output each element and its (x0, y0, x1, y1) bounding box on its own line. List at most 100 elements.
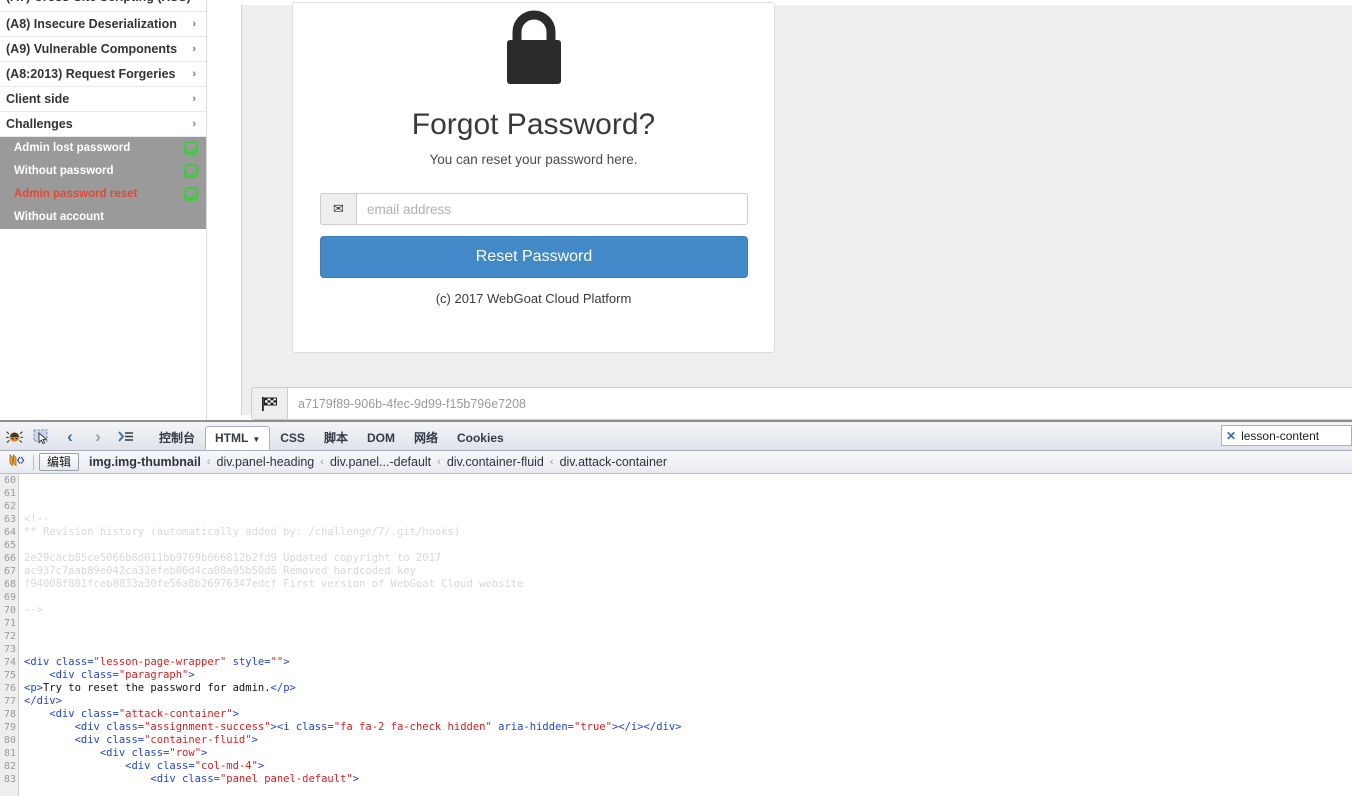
tab-HTML[interactable]: HTML ▼ (205, 426, 271, 450)
chevron-down-icon[interactable]: ▼ (252, 435, 260, 444)
code-line[interactable]: 78 <div class="attack-container"> (0, 708, 1352, 721)
sidebar-item-label: (A9) Vulnerable Components (6, 42, 178, 56)
code-token: <div class= (24, 760, 195, 772)
sidebar-subitem-label: Admin lost password (14, 142, 131, 154)
code-line-content: <div class="container-fluid"> (0, 734, 258, 746)
breadcrumb-item-1[interactable]: div.panel-heading (217, 455, 315, 469)
sidebar-subitem-2[interactable]: Admin password reset (0, 183, 206, 206)
toolbar-divider (33, 454, 34, 470)
code-token: ** Revision history (automatically added… (24, 526, 461, 538)
code-line-content: <div class="col-md-4"> (0, 760, 264, 772)
breadcrumb-separator-icon: ‹ (206, 456, 211, 468)
sidebar-item-1[interactable]: (A8) Insecure Deserialization › (0, 12, 206, 37)
code-token: "lesson-page-wrapper" (93, 656, 227, 668)
code-token: <p> (24, 682, 43, 694)
tab-label: 控制台 (159, 431, 196, 445)
breadcrumb-item-3[interactable]: div.container-fluid (447, 455, 544, 469)
tab-网络[interactable]: 网络 (405, 427, 447, 450)
html-source-icon[interactable] (4, 454, 28, 470)
line-number: 65 (3, 540, 16, 551)
flag-icon (251, 387, 287, 420)
sidebar-subitem-3[interactable]: Without account (0, 206, 206, 229)
code-line[interactable]: 60 (0, 474, 1352, 487)
code-line[interactable]: 73 (0, 643, 1352, 656)
code-line[interactable]: 76 <p>Try to reset the password for admin… (0, 682, 1352, 695)
code-line-content: ** Revision history (automatically added… (0, 526, 460, 538)
code-line[interactable]: 61 (0, 487, 1352, 500)
line-number: 70 (3, 605, 16, 616)
search-input[interactable]: ✕ lesson-content (1221, 425, 1352, 446)
code-token: style= (226, 656, 271, 668)
browser-viewport: (A7) Cross-Site Scripting (XSS)›(A8) Ins… (0, 0, 1352, 420)
tab-Cookies[interactable]: Cookies (448, 427, 513, 450)
sidebar-item-2[interactable]: (A9) Vulnerable Components › (0, 37, 206, 62)
code-line[interactable]: 79 <div class="assignment-success"><i cl… (0, 721, 1352, 734)
email-field[interactable] (356, 193, 748, 225)
code-line[interactable]: 62 (0, 500, 1352, 513)
code-token: "true" (574, 721, 612, 733)
code-line[interactable]: 75 <div class="paragraph"> (0, 669, 1352, 682)
code-token: > (251, 734, 258, 746)
panel-subtitle: You can reset your password here. (429, 152, 638, 167)
sidebar-subitem-0[interactable]: Admin lost password (0, 137, 206, 160)
line-number: 60 (3, 475, 16, 486)
page-title: Forgot Password? (411, 108, 656, 141)
code-line[interactable]: 68 f94008f801fceb8833a30fe56a8b26976347ed… (0, 578, 1352, 591)
code-line[interactable]: 66 2e29cacb85ce5066b8d011bb9769b666812b2f… (0, 552, 1352, 565)
tab-DOM[interactable]: DOM (358, 427, 404, 450)
firebug-bug-icon[interactable] (0, 423, 28, 450)
chevron-right-icon: › (192, 18, 196, 30)
lesson-sidebar-nav: (A7) Cross-Site Scripting (XSS)›(A8) Ins… (0, 0, 207, 420)
menu-icon[interactable] (112, 423, 140, 450)
code-line-content: <div class="row"> (0, 747, 208, 759)
tab-控制台[interactable]: 控制台 (150, 427, 204, 450)
line-number: 80 (3, 735, 16, 746)
code-line[interactable]: 71 (0, 617, 1352, 630)
code-token: Try to reset the password for admin. (42, 682, 271, 694)
chevron-right-icon: › (192, 93, 196, 105)
sidebar-item-0[interactable]: (A7) Cross-Site Scripting (XSS)› (0, 0, 206, 12)
code-line[interactable]: 63 <!-- (0, 513, 1352, 526)
back-arrow-icon[interactable]: ‹ (56, 423, 84, 450)
search-value: lesson-content (1241, 428, 1320, 443)
edit-button[interactable]: 编辑 (39, 453, 80, 471)
sidebar-item-4[interactable]: Client side › (0, 87, 206, 112)
code-line[interactable]: 65 (0, 539, 1352, 552)
tab-label: 脚本 (323, 431, 348, 445)
email-input-group: ✉ (320, 193, 748, 225)
sidebar-item-5[interactable]: Challenges › (0, 112, 206, 137)
code-token: ></i></div> (611, 721, 682, 733)
clear-search-icon[interactable]: ✕ (1226, 429, 1236, 443)
breadcrumb-item-2[interactable]: div.panel...-default (330, 455, 431, 469)
tab-label: 网络 (413, 431, 438, 445)
tab-CSS[interactable]: CSS (271, 427, 314, 450)
code-line[interactable]: 64 ** Revision history (automatically add… (0, 526, 1352, 539)
code-line-content: <p>Try to reset the password for admin.<… (0, 682, 296, 694)
line-number: 67 (3, 566, 16, 577)
breadcrumb-item-4[interactable]: div.attack-container (560, 455, 667, 469)
check-icon (184, 141, 198, 155)
inspect-element-icon[interactable] (28, 423, 56, 450)
code-line[interactable]: 80 <div class="container-fluid"> (0, 734, 1352, 747)
breadcrumb-item-0[interactable]: img.img-thumbnail (89, 455, 201, 469)
sidebar-item-3[interactable]: (A8:2013) Request Forgeries › (0, 62, 206, 87)
code-line[interactable]: 82 <div class="col-md-4"> (0, 760, 1352, 773)
code-line[interactable]: 74 <div class="lesson-page-wrapper" style… (0, 656, 1352, 669)
code-line[interactable]: 67 ac937c7aab89e042ca32efeb00d4ca08a95b50… (0, 565, 1352, 578)
forward-arrow-icon[interactable]: › (84, 423, 112, 450)
code-line[interactable]: 69 (0, 591, 1352, 604)
code-line[interactable]: 70 --> (0, 604, 1352, 617)
chevron-right-icon: › (192, 118, 196, 130)
flag-input[interactable] (287, 387, 1352, 420)
code-line[interactable]: 77 </div> (0, 695, 1352, 708)
code-line[interactable]: 83 <div class="panel panel-default"> (0, 773, 1352, 786)
sidebar-subitem-label: Without password (14, 165, 114, 177)
html-source-view[interactable]: 60 61 62 63 <!-- 64 ** Revision history (autom… (0, 474, 1352, 796)
code-line[interactable]: 72 (0, 630, 1352, 643)
sidebar-item-label: Challenges (6, 117, 73, 131)
tab-脚本[interactable]: 脚本 (315, 427, 357, 450)
code-line-content: <div class="paragraph"> (0, 669, 194, 681)
code-line[interactable]: 81 <div class="row"> (0, 747, 1352, 760)
sidebar-subitem-1[interactable]: Without password (0, 160, 206, 183)
reset-password-button[interactable]: Reset Password (320, 236, 748, 278)
